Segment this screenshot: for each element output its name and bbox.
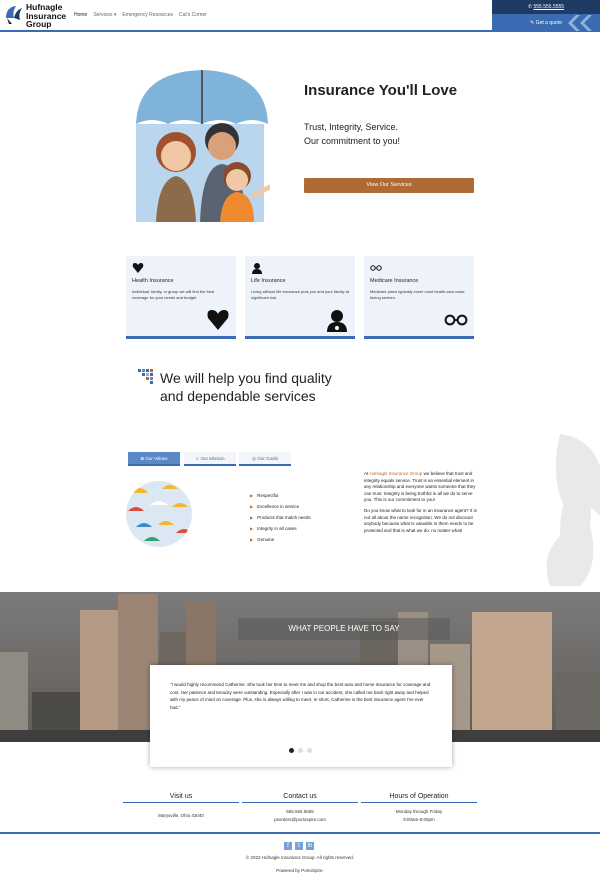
card-title: Medicare Insurance bbox=[370, 278, 419, 284]
testimonial-quote: "I would highly recommend Catherine. She… bbox=[170, 682, 431, 710]
carousel-dot-2[interactable] bbox=[298, 748, 303, 753]
facebook-icon[interactable]: f bbox=[284, 842, 292, 850]
cat-umbrella-watermark bbox=[546, 434, 600, 586]
footer-contact: Contact us 555.555.5555 psorders@portosp… bbox=[242, 793, 358, 823]
arrow-right-icon: ▶ bbox=[250, 515, 254, 520]
logo-line-3: Group bbox=[26, 19, 52, 29]
list-item: ▶ Integrity in all cases bbox=[250, 523, 311, 534]
pixel-grid-icon bbox=[138, 369, 153, 384]
tab-our-goals[interactable]: ◎ Our Goals bbox=[239, 452, 291, 466]
arrow-right-icon: ▶ bbox=[250, 526, 254, 531]
arrow-right-icon: ▶ bbox=[250, 504, 254, 509]
card-title: Life Insurance bbox=[251, 278, 286, 284]
list-item: ▶ Respectful bbox=[250, 490, 311, 501]
arrow-right-icon: ▶ bbox=[250, 537, 254, 542]
testimonials-heading: WHAT PEOPLE HAVE TO SAY bbox=[238, 618, 450, 640]
hero-title: Insurance You'll Love bbox=[304, 82, 458, 99]
copyright: © 2022 Hufnagle Insurance Group. All rig… bbox=[245, 855, 355, 860]
about-paragraph-1: At Hufnagle Insurance Group we believe t… bbox=[364, 471, 478, 504]
social-links: f t in bbox=[284, 842, 314, 850]
tab-label: Our Values bbox=[145, 456, 168, 461]
phone-number: 555.555.5555 bbox=[533, 4, 565, 10]
umbrella-logo-icon bbox=[6, 6, 22, 24]
glasses-icon bbox=[444, 314, 468, 326]
value-label: Excellence in service bbox=[257, 504, 300, 509]
footer-hours: Hours of Operation Monday through Friday… bbox=[361, 793, 477, 823]
about-text: At Hufnagle Insurance Group we believe t… bbox=[364, 471, 478, 534]
footer-phone-link[interactable]: 555.555.5555 bbox=[242, 809, 358, 816]
footer-hours-time: 9:00am-5:00pm bbox=[403, 816, 435, 822]
nav-home[interactable]: Home bbox=[74, 12, 87, 18]
get-quote-label: Get a quote bbox=[535, 20, 562, 26]
doctor-icon bbox=[252, 263, 262, 274]
hero-line-2: Our commitment to you! bbox=[304, 136, 401, 146]
values-list: ▶ Respectful ▶ Excellence in service ▶ Prod… bbox=[250, 490, 311, 545]
list-item: ▶ Genuine bbox=[250, 534, 311, 545]
umbrellas-photo bbox=[126, 481, 192, 547]
twitter-icon[interactable]: t bbox=[295, 842, 303, 850]
family-umbrella-illustration bbox=[136, 70, 270, 222]
value-label: Integrity in all cases bbox=[257, 526, 297, 531]
linkedin-icon[interactable]: in bbox=[306, 842, 314, 850]
hero-subtitle: Trust, Integrity, Service. Our commitmen… bbox=[304, 120, 484, 148]
heart-icon bbox=[207, 310, 229, 330]
card-title: Health Insurance bbox=[132, 278, 174, 284]
phone-icon: ✆ bbox=[527, 4, 533, 10]
card-text: Medicare plans typically cover most heal… bbox=[370, 289, 465, 300]
hero-line-1: Trust, Integrity, Service. bbox=[304, 122, 399, 132]
main-nav: Home Services ▾ Emergency Resources Cat'… bbox=[74, 12, 207, 18]
tab-label: Our Mission bbox=[200, 456, 225, 461]
nav-emergency-resources[interactable]: Emergency Resources bbox=[122, 12, 173, 18]
footer-hours-title: Hours of Operation bbox=[361, 793, 477, 803]
list-item: ▶ Excellence in service bbox=[250, 501, 311, 512]
nav-services[interactable]: Services ▾ bbox=[93, 12, 116, 18]
testimonial-card: "I would highly recommend Catherine. She… bbox=[150, 665, 452, 767]
footer-visit-title: Visit us bbox=[123, 793, 239, 803]
footer-visit: Visit us Marysville, Ohio 43040 bbox=[123, 793, 239, 820]
nav-cats-corner[interactable]: Cat's Corner bbox=[179, 12, 207, 18]
brand-link[interactable]: Hufnagle Insurance Group bbox=[370, 471, 423, 476]
tab-our-values[interactable]: ✿ Our Values bbox=[128, 452, 180, 466]
chevron-decoration-icon bbox=[568, 15, 592, 31]
header-actions: ✆ 555.555.5555 ✎ Get a quote bbox=[492, 0, 600, 32]
footer-hours-days: Monday through Friday bbox=[395, 809, 443, 814]
help-heading: We will help you find quality and depend… bbox=[160, 370, 332, 404]
card-text: Living without life insurance puts you a… bbox=[251, 289, 349, 300]
logo-text: Hufnagle Insurance Group bbox=[26, 3, 66, 29]
edit-icon: ✎ bbox=[530, 20, 535, 26]
about-paragraph-2: Do you know what to look for in an insur… bbox=[364, 507, 477, 533]
footer-divider bbox=[0, 832, 600, 834]
carousel-dot-1[interactable] bbox=[289, 748, 294, 753]
list-item: ▶ Products that match needs bbox=[250, 512, 311, 523]
value-label: Products that match needs bbox=[257, 515, 311, 520]
phone-link[interactable]: ✆ 555.555.5555 bbox=[492, 0, 600, 14]
value-label: Respectful bbox=[257, 493, 279, 498]
logo[interactable]: Hufnagle Insurance Group bbox=[4, 2, 72, 30]
site-header: Hufnagle Insurance Group Home Services ▾… bbox=[0, 0, 600, 32]
carousel-dots bbox=[289, 748, 312, 753]
footer-email-link[interactable]: psorders@portospire.com bbox=[242, 817, 358, 824]
heart-icon bbox=[132, 263, 144, 273]
footer-address: Marysville, Ohio 43040 bbox=[158, 813, 204, 818]
tab-our-mission[interactable]: ➶ Our Mission bbox=[184, 452, 236, 466]
glasses-icon bbox=[370, 265, 382, 271]
tab-label: Our Goals bbox=[257, 456, 278, 461]
footer-contact-title: Contact us bbox=[242, 793, 358, 803]
view-services-button[interactable]: View Our Services bbox=[304, 178, 474, 193]
card-health[interactable]: Health Insurance Individual, family, or … bbox=[126, 256, 236, 339]
card-medicare[interactable]: Medicare Insurance Medicare plans typica… bbox=[364, 256, 474, 339]
card-life[interactable]: Life Insurance Living without life insur… bbox=[245, 256, 355, 339]
doctor-icon bbox=[327, 310, 347, 332]
arrow-right-icon: ▶ bbox=[250, 493, 254, 498]
value-label: Genuine bbox=[257, 537, 275, 542]
card-text: Individual, family, or group we will fin… bbox=[132, 289, 215, 300]
carousel-dot-3[interactable] bbox=[307, 748, 312, 753]
powered-by[interactable]: Powered by PortoSpire. bbox=[0, 868, 600, 873]
